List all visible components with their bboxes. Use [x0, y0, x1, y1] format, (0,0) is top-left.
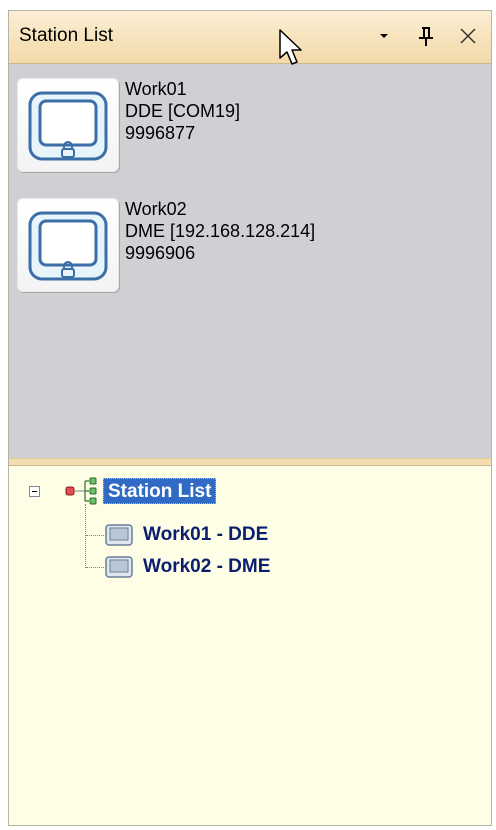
collapse-toggle-icon[interactable] — [29, 486, 40, 497]
tree-item-label: Work01 - DDE — [143, 524, 269, 545]
device-screen-icon — [28, 91, 108, 161]
station-connection: DME [192.168.128.214] — [125, 221, 316, 241]
tree-item-work02[interactable]: Work02 - DME — [105, 552, 270, 582]
device-screen-icon — [28, 211, 108, 281]
station-info: Work02 DME [192.168.128.214] 9996906 — [125, 198, 315, 264]
station-info: Work01 DDE [COM19] 9996877 — [125, 78, 240, 144]
close-button[interactable] — [455, 21, 481, 51]
station-icon-box[interactable] — [17, 198, 119, 292]
station-name: Work01 — [125, 79, 187, 99]
tree-connector — [85, 504, 86, 568]
mouse-cursor-icon — [279, 29, 302, 65]
tree-item-work01[interactable]: Work01 - DDE — [105, 520, 268, 550]
tree-root-label[interactable]: Station List — [103, 478, 217, 504]
station-card-work02[interactable]: Work02 DME [192.168.128.214] 9996906 — [17, 198, 457, 292]
station-name: Work02 — [125, 199, 187, 219]
tree-root-icon — [65, 477, 97, 505]
pin-button[interactable] — [413, 21, 439, 51]
pin-icon — [419, 27, 433, 46]
station-serial: 9996906 — [125, 243, 196, 263]
close-icon — [460, 28, 476, 44]
tree-item-label: Work02 - DME — [143, 556, 271, 577]
panel-title: Station List — [19, 25, 113, 46]
device-icon — [105, 556, 133, 578]
dropdown-arrow-icon — [380, 34, 388, 38]
station-serial: 9996877 — [125, 123, 196, 143]
panel-splitter[interactable] — [9, 458, 491, 466]
panel-title-bar[interactable]: Station List — [9, 11, 491, 64]
device-icon — [105, 524, 133, 546]
tree-connector — [86, 567, 104, 568]
station-connection: DDE [COM19] — [125, 101, 241, 121]
station-list-panel: Station List Work01 DDE [COM19] 9996877 … — [8, 10, 492, 826]
tree-connector — [86, 535, 104, 536]
dropdown-button[interactable] — [371, 21, 397, 51]
station-icon-box[interactable] — [17, 78, 119, 172]
station-tree: Station List Work01 - DDE Work02 - DME — [9, 466, 491, 825]
station-cards-area: Work01 DDE [COM19] 9996877 Work02 DME [1… — [9, 64, 491, 458]
station-card-work01[interactable]: Work01 DDE [COM19] 9996877 — [17, 78, 457, 172]
